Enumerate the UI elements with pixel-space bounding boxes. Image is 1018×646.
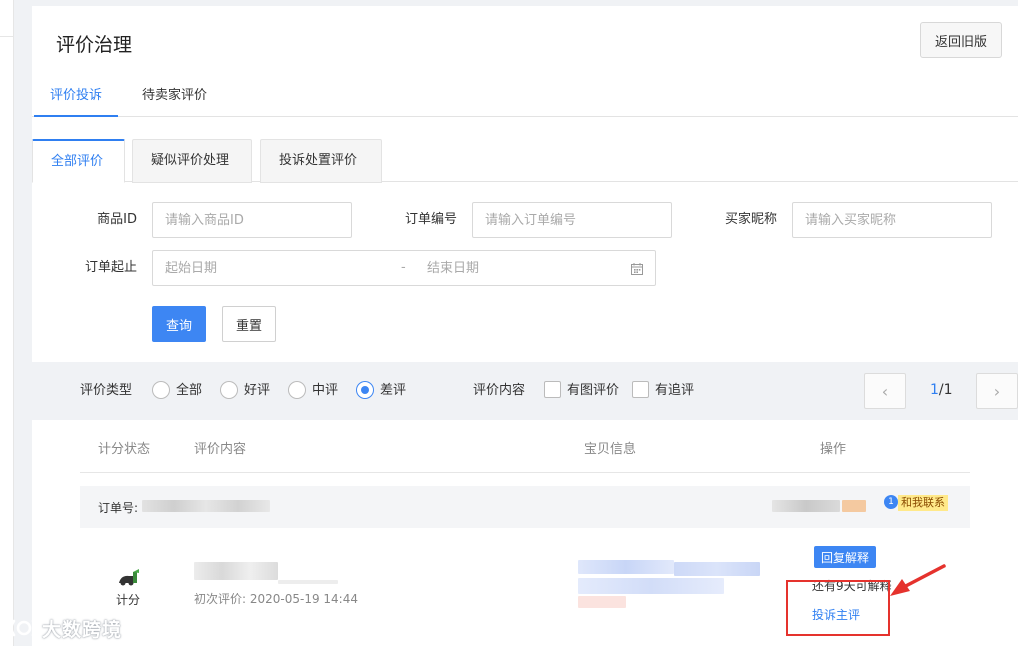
red-arrow-icon — [890, 564, 946, 596]
checkbox-box[interactable] — [544, 381, 561, 398]
blurred-item-price — [578, 596, 626, 608]
checkbox-with-images-label: 有图评价 — [567, 383, 620, 398]
blurred-buyer-name — [772, 500, 840, 512]
score-status-text: 计分 — [116, 593, 141, 607]
watermark-logo-icon — [8, 617, 38, 644]
chevron-right-icon: › — [993, 381, 1001, 401]
order-row: 订单号: 9 1 和我联系 — [80, 486, 970, 528]
blurred-item-title-3 — [578, 578, 724, 594]
header-score-status: 计分状态 — [98, 442, 151, 457]
order-no-label: 订单编号 — [404, 212, 457, 227]
order-no-input[interactable] — [472, 202, 672, 238]
radio-circle[interactable] — [152, 380, 170, 399]
radio-circle[interactable] — [220, 380, 238, 399]
header-actions: 操作 — [820, 442, 847, 457]
search-card: 评价治理 返回旧版 评价投诉 待卖家评价 全部评价 疑似评价处理 投诉处置评价 … — [32, 6, 1018, 362]
reply-explain-button[interactable]: 回复解释 — [814, 546, 876, 568]
watermark: 大数跨境 — [8, 615, 122, 644]
blurred-review-text-2 — [278, 580, 338, 584]
radio-positive-label: 好评 — [244, 383, 271, 398]
message-count-badge: 1 — [884, 495, 898, 509]
page-title: 评价治理 — [56, 34, 133, 56]
order-date-label: 订单起止 — [84, 260, 137, 275]
header-item-info: 宝贝信息 — [584, 442, 637, 457]
sub-tabs: 全部评价 疑似评价处理 投诉处置评价 — [32, 139, 1018, 183]
radio-all-label: 全部 — [176, 383, 203, 398]
header-review-content: 评价内容 — [194, 442, 247, 457]
current-page: 1 — [930, 382, 939, 398]
checkbox-with-followup-label: 有追评 — [655, 383, 695, 398]
date-separator: - — [401, 260, 406, 275]
watermark-text: 大数跨境 — [42, 619, 123, 641]
radio-all[interactable]: 全部 — [152, 380, 202, 402]
page-indicator: 1/1 — [930, 382, 953, 398]
radio-circle[interactable] — [288, 380, 306, 399]
highlight-box — [786, 580, 890, 636]
subtab-suspected-reviews[interactable]: 疑似评价处理 — [132, 139, 252, 183]
calendar-icon[interactable] — [631, 263, 643, 279]
subtab-complaint-handled-reviews[interactable]: 投诉处置评价 — [260, 139, 382, 183]
product-id-label: 商品ID — [97, 212, 137, 227]
order-date-range[interactable]: - — [152, 250, 656, 286]
subtab-all-reviews[interactable]: 全部评价 — [32, 139, 125, 183]
query-button[interactable]: 查询 — [152, 306, 206, 342]
blurred-buyer-tag — [842, 500, 866, 512]
radio-circle-selected[interactable] — [356, 380, 374, 399]
total-pages: /1 — [938, 382, 953, 398]
tab-pending-seller-review[interactable]: 待卖家评价 — [126, 78, 223, 117]
blurred-order-number — [142, 500, 270, 512]
review-list: 计分状态 评价内容 宝贝信息 操作 订单号: 9 1 和我联系 计分 初次评价:… — [32, 420, 1018, 646]
buyer-nick-input[interactable] — [792, 202, 992, 238]
header-divider — [80, 472, 970, 473]
start-date-input[interactable] — [165, 257, 345, 279]
radio-positive[interactable]: 好评 — [220, 380, 270, 402]
tab-complaints[interactable]: 评价投诉 — [34, 78, 119, 117]
end-date-input[interactable] — [427, 257, 607, 279]
left-panel-edge — [0, 0, 14, 646]
contact-me-label: 和我联系 — [898, 495, 948, 511]
radio-negative[interactable]: 差评 — [356, 380, 406, 402]
radio-negative-label: 差评 — [380, 383, 407, 398]
reset-button[interactable]: 重置 — [222, 306, 276, 342]
blurred-item-title-2 — [674, 562, 760, 576]
review-type-label: 评价类型 — [80, 383, 133, 398]
radio-neutral-label: 中评 — [312, 383, 339, 398]
blurred-review-text — [194, 562, 278, 580]
checkbox-box[interactable] — [632, 381, 649, 398]
first-review-time: 初次评价: 2020-05-19 14:44 — [194, 592, 358, 606]
checkbox-with-followup[interactable]: 有追评 — [632, 380, 694, 402]
blurred-item-title — [578, 560, 674, 574]
top-tabs: 评价投诉 待卖家评价 — [32, 78, 1018, 117]
return-old-version-button[interactable]: 返回旧版 — [920, 22, 1002, 58]
product-id-input[interactable] — [152, 202, 352, 238]
next-page-button[interactable]: › — [976, 373, 1018, 409]
buyer-nick-label: 买家昵称 — [724, 212, 777, 227]
review-content-label: 评价内容 — [473, 383, 526, 398]
checkbox-with-images[interactable]: 有图评价 — [544, 380, 619, 402]
chevron-left-icon: ‹ — [881, 381, 889, 401]
prev-page-button[interactable]: ‹ — [864, 373, 906, 409]
score-status-icon — [118, 568, 140, 590]
radio-neutral[interactable]: 中评 — [288, 380, 338, 402]
